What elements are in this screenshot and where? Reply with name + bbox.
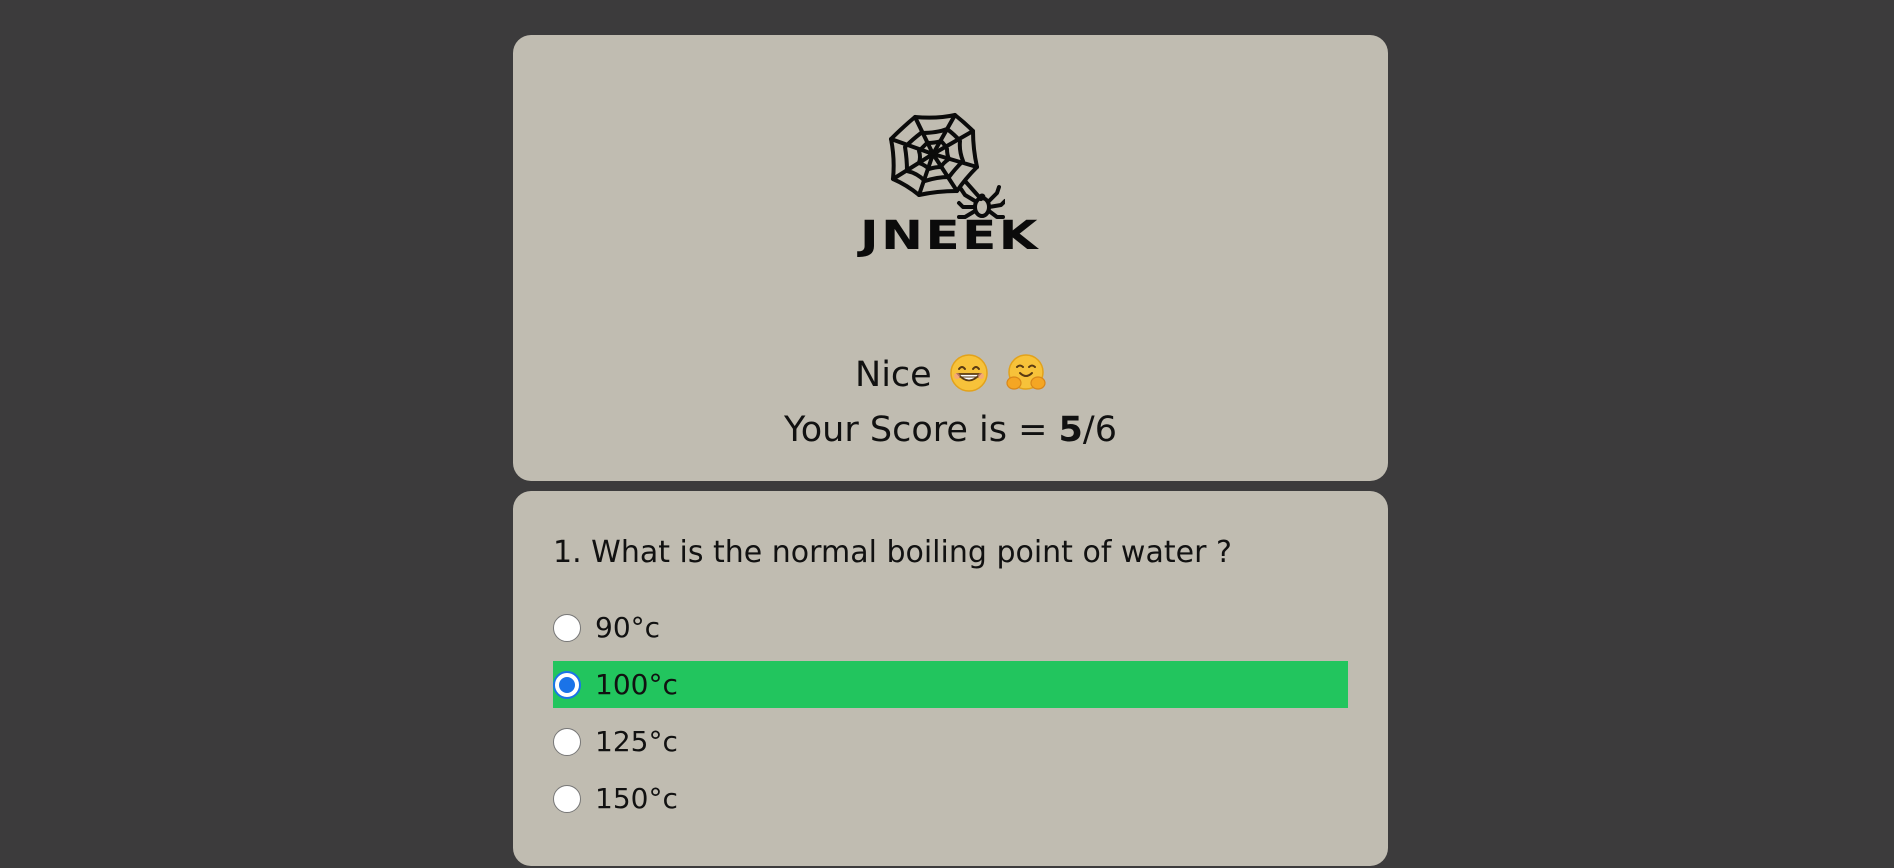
result-message-text: Nice: [855, 355, 932, 395]
score-prefix: Your Score is =: [784, 410, 1059, 450]
score-text: Your Score is = 5/6: [513, 410, 1388, 450]
question-text: 1. What is the normal boiling point of w…: [553, 535, 1232, 570]
option-90c[interactable]: 90°c: [553, 604, 1348, 651]
option-100c[interactable]: 100°c: [553, 661, 1348, 708]
radio-button[interactable]: [553, 727, 581, 756]
option-label: 125°c: [595, 725, 678, 758]
grinning-face-icon: [950, 354, 988, 392]
score-value: 5: [1058, 410, 1083, 450]
answer-options: 90°c 100°c 125°c 150°c: [553, 604, 1348, 832]
option-150c[interactable]: 150°c: [553, 775, 1348, 822]
radio-button-checked[interactable]: [553, 670, 581, 699]
result-card: JNEEK Nice Your Score is = 5/6: [513, 35, 1388, 481]
option-label: 100°c: [595, 668, 678, 701]
brand-name: JNEEK: [860, 213, 1041, 259]
radio-button[interactable]: [553, 784, 581, 813]
brand-logo: JNEEK: [513, 109, 1388, 259]
spider-web-icon: [888, 113, 1005, 219]
question-card: 1. What is the normal boiling point of w…: [513, 491, 1388, 866]
option-label: 150°c: [595, 782, 678, 815]
result-message: Nice: [513, 353, 1388, 395]
score-total: /6: [1082, 410, 1117, 450]
option-label: 90°c: [595, 611, 661, 644]
hugging-face-icon: [1006, 354, 1046, 390]
option-125c[interactable]: 125°c: [553, 718, 1348, 765]
radio-button[interactable]: [553, 613, 581, 642]
